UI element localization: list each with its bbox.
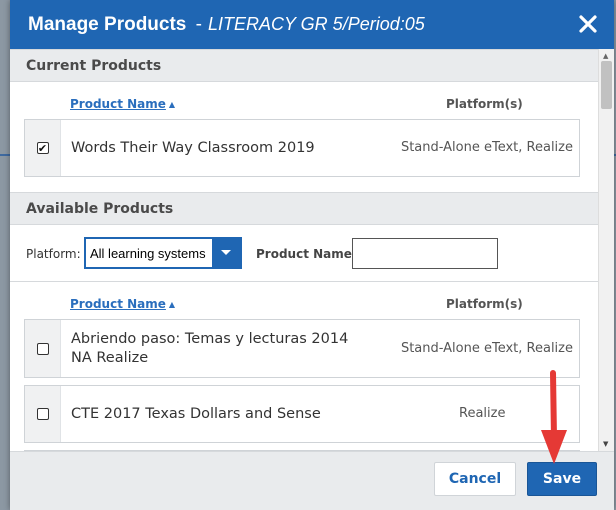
available-platform-column-header: Platform(s) — [446, 297, 523, 311]
platform-filter-label: Platform: — [26, 247, 81, 261]
available-product-row[interactable]: Abriendo paso: Temas y lecturas 2014 NA … — [24, 319, 580, 378]
current-platform-column-header: Platform(s) — [446, 97, 523, 111]
available-product-row[interactable]: CTE 2017 Texas Dollars and Sense Realize — [24, 385, 580, 443]
chevron-down-icon[interactable] — [212, 239, 240, 267]
product-name: CTE 2017 Texas Dollars and Sense — [71, 406, 321, 422]
dialog-header: Manage Products - LITERACY GR 5/Period:0… — [10, 0, 614, 49]
available-product-name-sort[interactable]: Product Name ▲ — [70, 297, 175, 311]
current-products-header: Current Products — [10, 49, 598, 82]
cancel-button[interactable]: Cancel — [434, 462, 516, 496]
product-name: Abriendo paso: Temas y lecturas 2014 NA … — [71, 331, 349, 366]
dialog-footer: Cancel Save — [10, 451, 614, 510]
product-platform: Stand-Alone eText, Realize — [400, 140, 573, 155]
filter-divider — [10, 281, 598, 282]
caret-up-icon: ▲ — [168, 300, 176, 309]
product-platform: Stand-Alone eText, Realize — [400, 341, 573, 356]
dialog-subtitle: LITERACY GR 5/Period:05 — [207, 14, 425, 34]
platform-select[interactable]: All learning systems — [84, 237, 242, 269]
row-check-cell: ✔ — [25, 120, 61, 176]
scroll-up-icon[interactable]: ▲ — [603, 52, 608, 60]
product-checkbox[interactable] — [36, 408, 49, 420]
platform-select-value: All learning systems — [90, 245, 206, 261]
product-name-input[interactable] — [352, 238, 498, 269]
dialog-body[interactable]: Current Products Product Name ▲ Platform(… — [10, 49, 614, 451]
product-platform: Realize — [459, 406, 506, 421]
scroll-thumb[interactable] — [601, 61, 612, 109]
row-check-cell — [25, 320, 61, 377]
background-line — [0, 154, 10, 156]
product-checkbox[interactable] — [36, 342, 49, 355]
caret-up-icon: ▲ — [168, 100, 176, 109]
manage-products-dialog: Manage Products - LITERACY GR 5/Period:0… — [10, 0, 614, 510]
available-products-header: Available Products — [10, 192, 598, 225]
product-checkbox-checked[interactable]: ✔ — [36, 142, 49, 154]
save-button[interactable]: Save — [527, 462, 597, 496]
product-name: Words Their Way Classroom 2019 — [71, 140, 315, 156]
row-check-cell — [25, 386, 61, 442]
dialog-scrollbar[interactable]: ▲ ▼ — [598, 49, 614, 451]
scroll-down-icon[interactable]: ▼ — [603, 440, 608, 448]
current-product-name-sort[interactable]: Product Name ▲ — [70, 97, 175, 111]
current-product-row[interactable]: ✔ Words Their Way Classroom 2019 Stand-A… — [24, 119, 580, 177]
close-icon[interactable] — [576, 12, 600, 36]
product-name-filter-label: Product Name: — [256, 247, 357, 261]
dialog-title: Manage Products - — [28, 13, 202, 35]
